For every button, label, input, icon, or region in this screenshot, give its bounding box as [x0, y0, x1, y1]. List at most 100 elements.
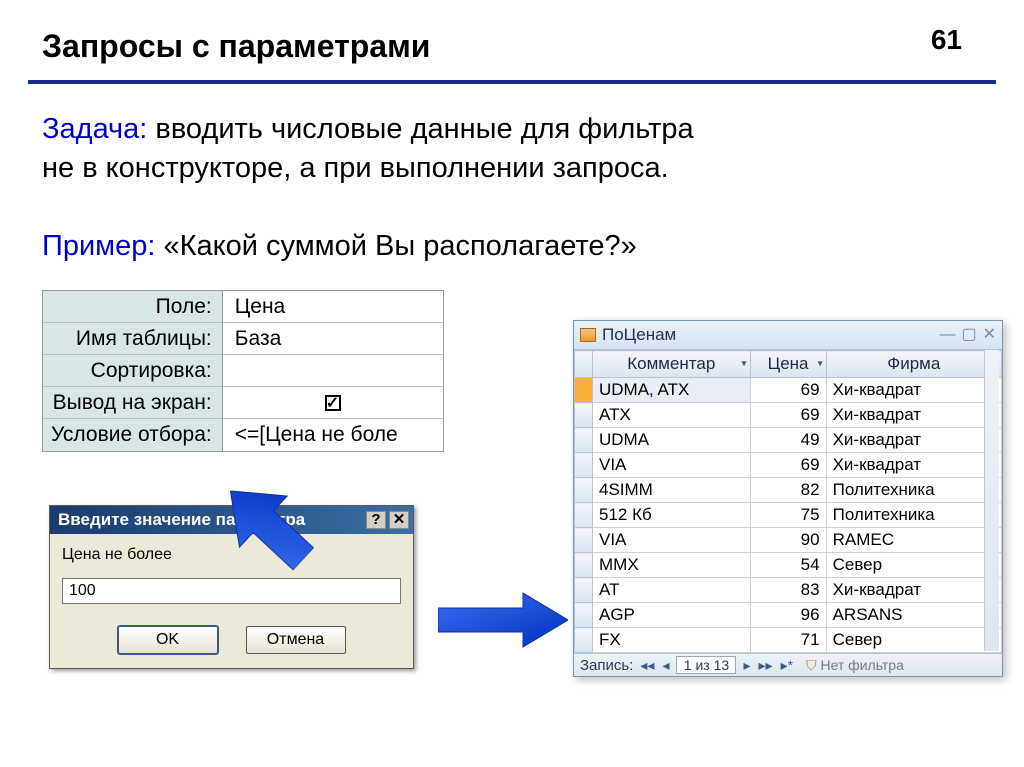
- row-selector[interactable]: [575, 503, 593, 528]
- example-text: «Какой суммой Вы располагаете?»: [155, 230, 636, 262]
- row-selector[interactable]: [575, 578, 593, 603]
- row-selector-header[interactable]: [575, 351, 593, 378]
- cell-firm[interactable]: Хи-квадрат: [826, 378, 1001, 403]
- query-design-grid: Поле: Имя таблицы: Сортировка: Вывод на …: [42, 290, 444, 452]
- cell-firm[interactable]: Хи-квадрат: [826, 428, 1001, 453]
- cell-price[interactable]: 49: [750, 428, 826, 453]
- row-selector[interactable]: [575, 453, 593, 478]
- table-row[interactable]: FX71Север: [575, 628, 1002, 653]
- row-selector[interactable]: [575, 403, 593, 428]
- label-table: Имя таблицы:: [43, 323, 222, 355]
- nav-prev-icon[interactable]: ◂: [661, 657, 670, 674]
- ok-button[interactable]: OK: [118, 626, 218, 654]
- results-table[interactable]: Комментар▾ Цена▾ Фирма UDMA, ATX69Хи-ква…: [574, 350, 1002, 653]
- table-row[interactable]: VIA90RAMEC: [575, 528, 1002, 553]
- nav-new-icon[interactable]: ▸*: [780, 657, 794, 674]
- cell-price[interactable]: 90: [750, 528, 826, 553]
- value-criteria[interactable]: <=[Цена не боле: [223, 419, 443, 451]
- datasheet-window: ПоЦенам — ▢ ✕ Комментар▾ Цена▾ Фирма UDM…: [573, 320, 1003, 677]
- cell-firm[interactable]: Политехника: [826, 478, 1001, 503]
- cell-comment[interactable]: UDMA: [593, 428, 751, 453]
- col-header-price[interactable]: Цена▾: [750, 351, 826, 378]
- query-icon: [580, 328, 596, 342]
- no-filter-label[interactable]: Нет фильтра: [806, 657, 904, 674]
- design-row-labels: Поле: Имя таблицы: Сортировка: Вывод на …: [43, 291, 223, 451]
- datasheet-title: ПоЦенам: [602, 325, 933, 345]
- table-row[interactable]: VIA69Хи-квадрат: [575, 453, 1002, 478]
- close-icon[interactable]: ✕: [983, 328, 996, 342]
- record-navigator[interactable]: Запись: ◂◂ ◂ 1 из 13 ▸ ▸▸ ▸* Нет фильтра: [574, 653, 1002, 676]
- table-row[interactable]: MMX54Север: [575, 553, 1002, 578]
- value-table[interactable]: База: [223, 323, 443, 355]
- datasheet-titlebar[interactable]: ПоЦенам — ▢ ✕: [574, 321, 1002, 350]
- cell-firm[interactable]: Север: [826, 628, 1001, 653]
- chevron-down-icon[interactable]: ▾: [818, 359, 823, 370]
- cell-price[interactable]: 69: [750, 403, 826, 428]
- cell-firm[interactable]: RAMEC: [826, 528, 1001, 553]
- nav-first-icon[interactable]: ◂◂: [639, 657, 655, 674]
- table-row[interactable]: 512 Кб75Политехника: [575, 503, 1002, 528]
- cell-comment[interactable]: 4SIMM: [593, 478, 751, 503]
- row-selector[interactable]: [575, 553, 593, 578]
- nav-next-icon[interactable]: ▸: [742, 657, 751, 674]
- minimize-icon[interactable]: —: [939, 328, 955, 342]
- value-field[interactable]: Цена: [223, 291, 443, 323]
- cell-comment[interactable]: UDMA, ATX: [593, 378, 751, 403]
- vertical-scrollbar[interactable]: [984, 350, 999, 651]
- row-selector[interactable]: [575, 378, 593, 403]
- value-show[interactable]: [223, 387, 443, 419]
- arrow-icon: [438, 590, 568, 650]
- task-line-2: не в конструкторе, а при выполнении запр…: [42, 152, 669, 184]
- chevron-down-icon[interactable]: ▾: [742, 359, 747, 370]
- design-values-column[interactable]: Цена База <=[Цена не боле: [223, 291, 443, 451]
- cell-comment[interactable]: VIA: [593, 528, 751, 553]
- col-header-comment[interactable]: Комментар▾: [593, 351, 751, 378]
- cell-comment[interactable]: MMX: [593, 553, 751, 578]
- cell-firm[interactable]: ARSANS: [826, 603, 1001, 628]
- cell-comment[interactable]: ATX: [593, 403, 751, 428]
- cell-firm[interactable]: Север: [826, 553, 1001, 578]
- dialog-titlebar[interactable]: Введите значение параметра ? ✕: [50, 506, 413, 534]
- value-sort[interactable]: [223, 355, 443, 387]
- cell-firm[interactable]: Хи-квадрат: [826, 403, 1001, 428]
- cell-price[interactable]: 71: [750, 628, 826, 653]
- table-row[interactable]: UDMA49Хи-квадрат: [575, 428, 1002, 453]
- dialog-title-text: Введите значение параметра: [58, 510, 363, 530]
- row-selector[interactable]: [575, 428, 593, 453]
- row-selector[interactable]: [575, 478, 593, 503]
- parameter-input[interactable]: [62, 578, 401, 604]
- cell-comment[interactable]: VIA: [593, 453, 751, 478]
- maximize-icon[interactable]: ▢: [961, 328, 976, 342]
- show-checkbox-checked-icon[interactable]: [325, 395, 341, 411]
- cell-price[interactable]: 54: [750, 553, 826, 578]
- nav-last-icon[interactable]: ▸▸: [758, 657, 774, 674]
- cell-price[interactable]: 75: [750, 503, 826, 528]
- cell-firm[interactable]: Хи-квадрат: [826, 578, 1001, 603]
- cell-comment[interactable]: AT: [593, 578, 751, 603]
- row-selector[interactable]: [575, 628, 593, 653]
- row-selector[interactable]: [575, 528, 593, 553]
- cell-price[interactable]: 69: [750, 453, 826, 478]
- cell-price[interactable]: 82: [750, 478, 826, 503]
- cancel-button[interactable]: Отмена: [246, 626, 346, 654]
- cell-comment[interactable]: AGP: [593, 603, 751, 628]
- table-row[interactable]: AT83Хи-квадрат: [575, 578, 1002, 603]
- label-show: Вывод на экран:: [43, 387, 222, 419]
- cell-price[interactable]: 96: [750, 603, 826, 628]
- table-row[interactable]: ATX69Хи-квадрат: [575, 403, 1002, 428]
- cell-comment[interactable]: 512 Кб: [593, 503, 751, 528]
- table-row[interactable]: AGP96ARSANS: [575, 603, 1002, 628]
- table-row[interactable]: UDMA, ATX69Хи-квадрат: [575, 378, 1002, 403]
- cell-firm[interactable]: Хи-квадрат: [826, 453, 1001, 478]
- cell-price[interactable]: 69: [750, 378, 826, 403]
- cell-comment[interactable]: FX: [593, 628, 751, 653]
- dialog-close-button[interactable]: ✕: [389, 511, 409, 529]
- dialog-help-button[interactable]: ?: [366, 511, 386, 529]
- col-header-firm[interactable]: Фирма: [826, 351, 1001, 378]
- nav-position-input[interactable]: 1 из 13: [676, 656, 736, 674]
- row-selector[interactable]: [575, 603, 593, 628]
- table-row[interactable]: 4SIMM82Политехника: [575, 478, 1002, 503]
- task-line-1: вводить числовые данные для фильтра: [147, 113, 693, 145]
- cell-price[interactable]: 83: [750, 578, 826, 603]
- cell-firm[interactable]: Политехника: [826, 503, 1001, 528]
